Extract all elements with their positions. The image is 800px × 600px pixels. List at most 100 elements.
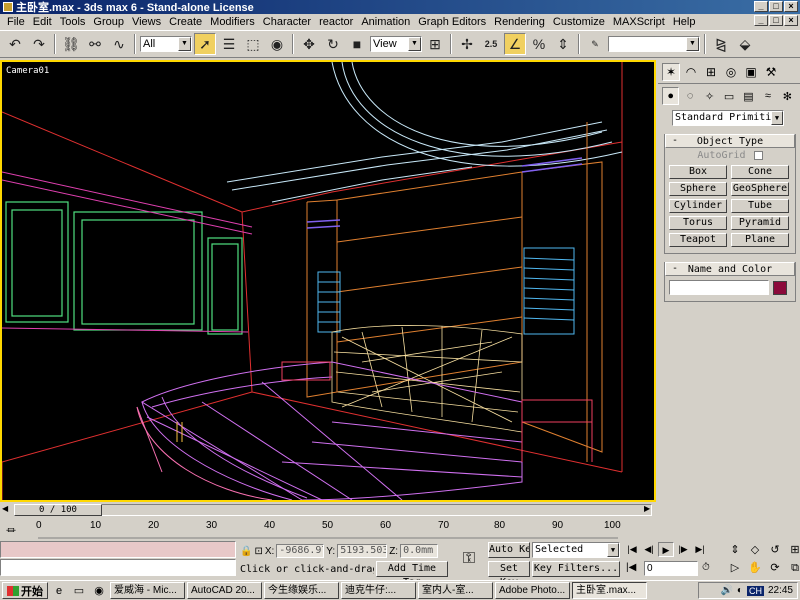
time-slider-left-arrow[interactable]: ◀ [2,504,8,513]
utilities-tab-icon[interactable]: ⚒ [762,63,780,81]
geosphere-button[interactable]: GeoSphere [731,182,789,196]
taskbar-item-photoshop[interactable]: Adobe Photo... [495,582,570,599]
camera-viewport[interactable]: Camera01 [0,60,656,502]
menu-views[interactable]: Views [128,16,165,28]
key-mode-toggle-icon[interactable]: |◀ [626,562,636,573]
unlink-icon[interactable]: ⚯ [84,33,106,55]
status-line[interactable] [0,559,236,576]
pivot-center-icon[interactable]: ⊞ [424,33,446,55]
maximize-button[interactable]: □ [769,1,783,12]
region-select-icon[interactable]: ⬚ [242,33,264,55]
orbit-camera-icon[interactable]: ⟳ [766,560,784,576]
display-tab-icon[interactable]: ▣ [742,63,760,81]
select-by-name-icon[interactable]: ☰ [218,33,240,55]
cone-button[interactable]: Cone [731,165,789,179]
taskbar-item-browser[interactable]: 今生缘娱乐... [264,582,339,599]
go-to-start-icon[interactable]: |◀ [624,542,640,557]
zoom-extents-icon[interactable]: ⊞ [786,542,800,558]
bind-space-warp-icon[interactable]: ∿ [108,33,130,55]
motion-tab-icon[interactable]: ◎ [722,63,740,81]
language-indicator[interactable]: CH [746,585,764,596]
add-time-tag-button[interactable]: Add Time Tag [376,561,448,588]
window-crossing-icon[interactable]: ◉ [266,33,288,55]
object-name-input[interactable] [669,280,769,295]
media-icon[interactable]: ◉ [90,583,108,599]
tube-button[interactable]: Tube [731,199,789,213]
spinner-snap-icon[interactable]: ⇕ [552,33,574,55]
taskbar-item-word[interactable]: 爱威海 - Mic... [110,582,185,599]
menu-edit[interactable]: Edit [29,16,56,28]
select-and-rotate-icon[interactable]: ↻ [322,33,344,55]
manipulate-icon[interactable]: ✢ [456,33,478,55]
taskbar-item-web[interactable]: 室内人-室... [418,582,493,599]
teapot-button[interactable]: Teapot [669,233,727,247]
select-and-link-icon[interactable]: ⛓ [60,33,82,55]
helpers-icon[interactable]: ▤ [740,87,757,105]
time-slider-track[interactable] [14,504,652,516]
menu-maxscript[interactable]: MAXScript [609,16,669,28]
edit-named-selection-icon[interactable]: ✎ [584,33,606,55]
object-color-swatch[interactable] [773,280,787,295]
next-frame-icon[interactable]: |▶ [675,542,691,557]
network-icon[interactable]: ◐ [737,585,743,596]
doc-close-button[interactable]: × [784,15,798,26]
maxscript-mini-listener[interactable] [0,541,236,558]
field-of-view-icon[interactable]: ▷ [726,560,744,576]
taskbar-item-autocad[interactable]: AutoCAD 20... [187,582,262,599]
menu-animation[interactable]: Animation [357,16,414,28]
doc-minimize-button[interactable]: _ [754,15,768,26]
menu-help[interactable]: Help [669,16,700,28]
start-button[interactable]: 开始 [2,582,48,599]
previous-frame-icon[interactable]: ◀| [641,542,657,557]
percent-snap-icon[interactable]: % [528,33,550,55]
cameras-icon[interactable]: ▭ [720,87,737,105]
sphere-button[interactable]: Sphere [669,182,727,196]
torus-button[interactable]: Torus [669,216,727,230]
close-button[interactable]: × [784,1,798,12]
menu-modifiers[interactable]: Modifiers [206,16,259,28]
key-icon[interactable]: ⚿ [452,542,486,576]
reference-coordinate-dropdown[interactable]: View ▼ [370,36,422,52]
doc-restore-button[interactable]: □ [769,15,783,26]
cylinder-button[interactable]: Cylinder [669,199,727,213]
y-coordinate-field[interactable]: 5193.503 [337,544,388,558]
volume-icon[interactable]: 🔊 [720,585,732,596]
taskbar-item-music[interactable]: 迪克牛仔:... [341,582,416,599]
desktop-icon[interactable]: ▭ [70,583,88,599]
named-selection-dropdown[interactable]: ▼ [608,36,700,52]
menu-graph-editors[interactable]: Graph Editors [414,16,490,28]
track-bar[interactable]: ⏛ 0 10 20 30 40 50 60 70 80 90 100 [0,520,656,540]
box-button[interactable]: Box [669,165,727,179]
pyramid-button[interactable]: Pyramid [731,216,789,230]
object-type-header[interactable]: - Object Type [665,134,795,148]
shapes-icon[interactable]: ◌ [681,87,698,105]
space-warps-icon[interactable]: ≈ [759,87,776,105]
taskbar-item-3dsmax[interactable]: 主卧室.max... [572,582,647,599]
pan-hand-icon[interactable]: ✋ [746,560,764,576]
menu-character[interactable]: Character [259,16,315,28]
key-filters-button[interactable]: Key Filters... [532,561,620,577]
align-icon[interactable]: ⬙ [734,33,756,55]
menu-create[interactable]: Create [165,16,206,28]
plane-button[interactable]: Plane [731,233,789,247]
time-slider-thumb[interactable]: 0 / 100 [14,504,102,516]
name-and-color-header[interactable]: - Name and Color [665,262,795,276]
time-slider[interactable]: ◀ 0 / 100 ▶ [0,503,656,517]
time-configuration-icon[interactable]: ⏱ [702,562,710,573]
go-to-end-icon[interactable]: ▶| [692,542,708,557]
viewport-label[interactable]: Camera01 [6,66,49,76]
menu-reactor[interactable]: reactor [315,16,357,28]
undo-icon[interactable]: ↶ [4,33,26,55]
menu-rendering[interactable]: Rendering [490,16,549,28]
select-and-scale-icon[interactable]: ■ [346,33,368,55]
menu-tools[interactable]: Tools [56,16,90,28]
auto-key-button[interactable]: Auto Key [488,542,530,558]
set-key-button[interactable]: Set Key [488,561,530,588]
play-icon[interactable]: ▶ [658,542,674,557]
snap-toggle-button[interactable]: 2.5 [480,33,502,55]
lights-icon[interactable]: ✧ [701,87,718,105]
menu-customize[interactable]: Customize [549,16,609,28]
key-mode-dropdown[interactable]: Selected ▼ [532,542,620,558]
select-object-icon[interactable]: ➚ [194,33,216,55]
ie-icon[interactable]: e [50,583,68,599]
